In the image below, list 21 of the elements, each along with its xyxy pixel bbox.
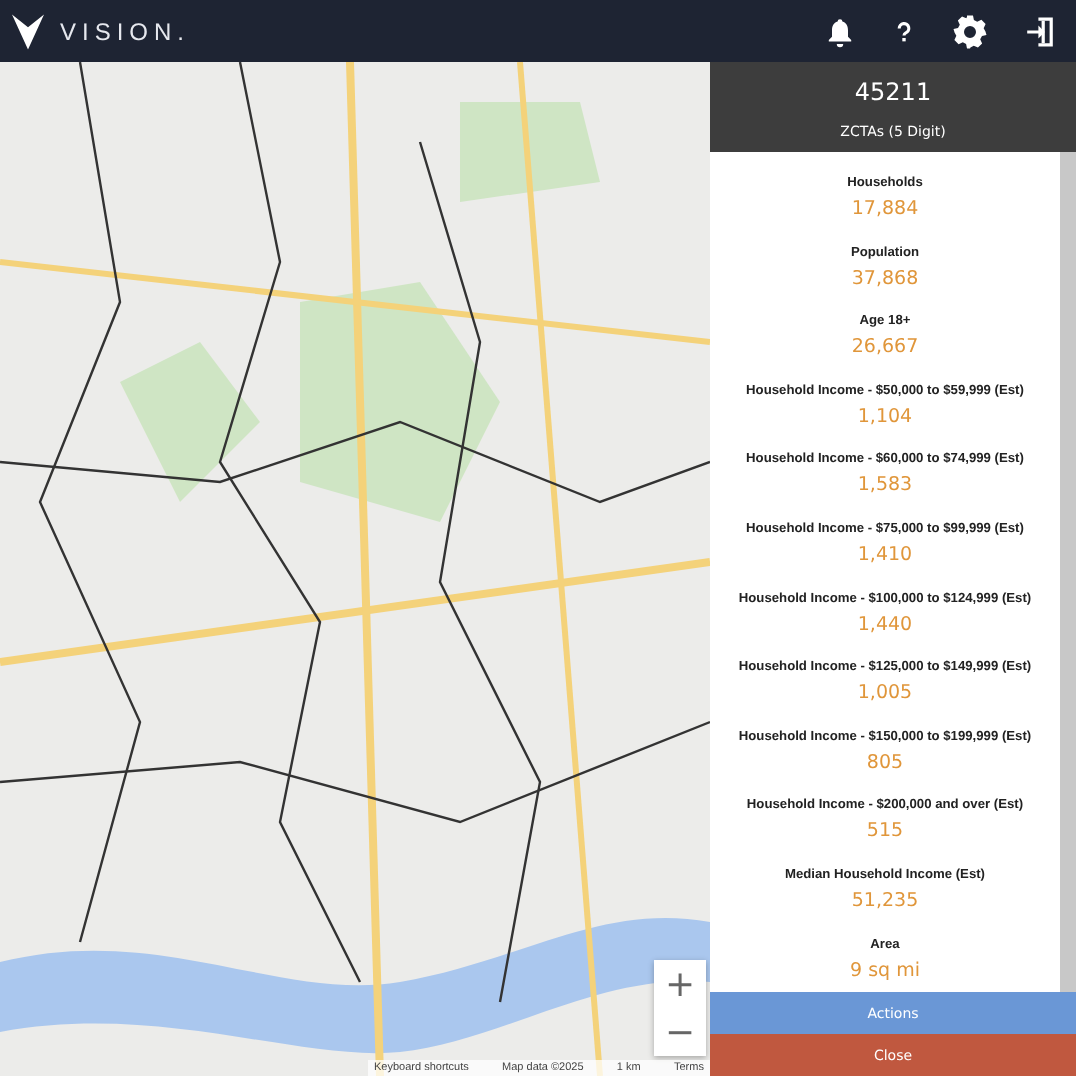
exit-door-icon[interactable] [1024, 13, 1056, 49]
stat-value: 37,868 [851, 267, 919, 290]
zoom-out-button[interactable]: − [654, 1008, 706, 1056]
bell-icon[interactable] [824, 13, 856, 49]
logo-icon [12, 13, 44, 49]
stat-value: 26,667 [851, 336, 919, 359]
stat-value: 1,005 [857, 682, 913, 705]
stat-value: 1,440 [857, 613, 913, 636]
scrollbar[interactable] [1060, 152, 1076, 992]
brand-name: VISION. [60, 17, 191, 45]
stat-value: 1,410 [857, 543, 913, 566]
zoom-in-button[interactable]: + [654, 960, 706, 1008]
settings-icon[interactable] [952, 13, 988, 49]
stat-value: 17,884 [851, 198, 919, 220]
stat-value: 9 sq mi [850, 959, 920, 982]
stat-value: 1,104 [857, 405, 913, 428]
stat-value: 1,583 [857, 474, 913, 497]
stat-value: 515 [866, 820, 904, 843]
stat-value: 805 [866, 751, 904, 774]
stat-value: 51,235 [851, 889, 919, 912]
panel-title: 45211 [854, 78, 932, 106]
